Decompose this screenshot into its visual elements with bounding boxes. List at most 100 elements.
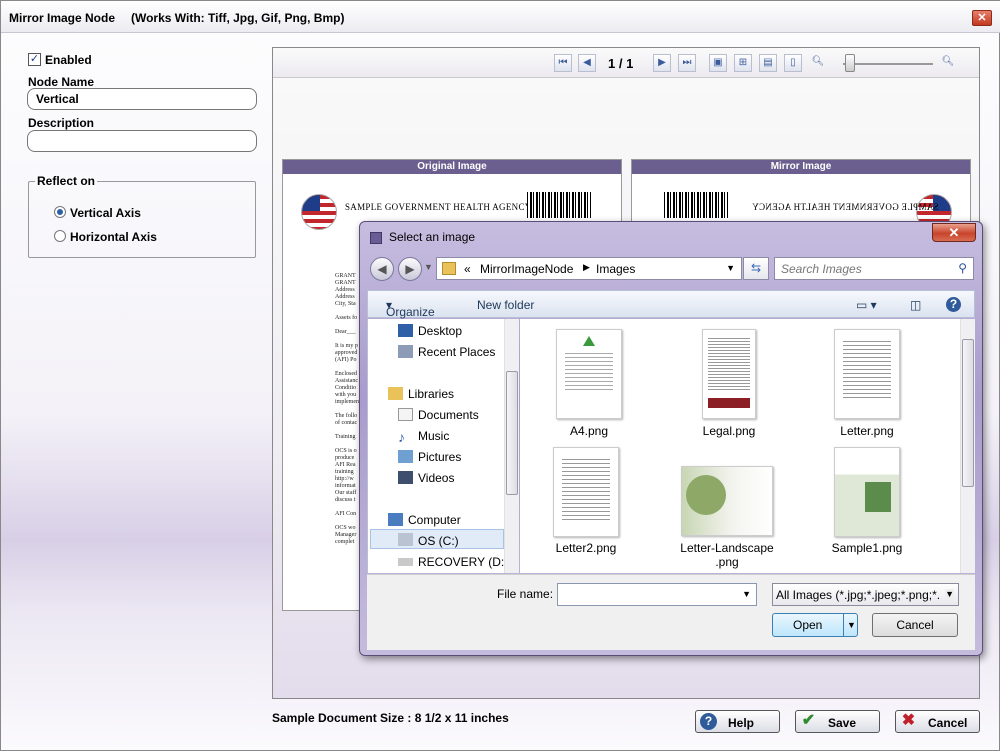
- path-part-mirrorimagenode[interactable]: MirrorImageNode: [480, 262, 573, 276]
- description-input[interactable]: [27, 130, 257, 152]
- file-letter2[interactable]: Letter2.png: [531, 541, 641, 555]
- file-name-input[interactable]: ▼: [557, 583, 757, 606]
- eagle-flag-logo-icon: [301, 194, 337, 230]
- organize-button[interactable]: Organize ▾: [386, 298, 435, 319]
- file-letter-landscape[interactable]: Letter-Landscape .png: [672, 541, 782, 569]
- nav-computer[interactable]: Computer: [408, 513, 461, 527]
- nav-os-c[interactable]: OS (C:): [418, 534, 459, 548]
- file-type-filter[interactable]: All Images (*.jpg;*.jpeg;*.png;*. ▼: [772, 583, 959, 606]
- music-icon: ♪: [398, 429, 405, 445]
- fit-width-icon[interactable]: ▤: [759, 54, 777, 72]
- file-letter-landscape-line2: .png: [715, 555, 739, 569]
- page-total: 1: [626, 56, 634, 71]
- cancel-button[interactable]: ✖ Cancel: [895, 710, 980, 733]
- barcode: [527, 192, 591, 218]
- cancel-x-icon: ✖: [901, 712, 916, 729]
- address-bar[interactable]: « MirrorImageNode ▶ Images ▼: [436, 257, 742, 280]
- view-options-icon[interactable]: ▭ ▾: [856, 298, 877, 312]
- nav-music[interactable]: Music: [418, 429, 449, 443]
- a4-thumbnail[interactable]: [556, 329, 622, 419]
- zoom-in-icon[interactable]: 🔍︎: [939, 54, 957, 72]
- zoom-slider-knob[interactable]: [845, 54, 855, 72]
- path-prefix: «: [464, 262, 471, 276]
- sample1-thumbnail[interactable]: [834, 447, 900, 537]
- file-a4[interactable]: A4.png: [534, 424, 644, 438]
- nav-desktop[interactable]: Desktop: [418, 324, 462, 338]
- help-button[interactable]: ? Help: [695, 710, 780, 733]
- dialog-app-icon: [370, 232, 382, 244]
- dialog-cancel-button[interactable]: Cancel: [872, 613, 958, 637]
- enabled-label: Enabled: [45, 53, 92, 67]
- nav-documents[interactable]: Documents: [418, 408, 479, 422]
- document-line: It is my p: [335, 343, 358, 349]
- open-dropdown-icon[interactable]: ▼: [843, 614, 856, 636]
- document-line: OCS wo: [335, 525, 356, 531]
- single-page-icon[interactable]: ▯: [784, 54, 802, 72]
- recent-locations-chevron-icon[interactable]: ▼: [424, 262, 433, 272]
- fit-page-icon[interactable]: ⊞: [734, 54, 752, 72]
- vertical-axis-radio[interactable]: [54, 206, 66, 218]
- zoom-slider[interactable]: [843, 63, 933, 65]
- search-icon: ⚲: [958, 261, 967, 275]
- nav-pane-scroll-thumb[interactable]: [506, 371, 518, 495]
- document-line: produce: [335, 455, 355, 461]
- zoom-out-icon[interactable]: 🔍︎: [809, 54, 827, 72]
- back-arrow-icon[interactable]: ◀: [370, 257, 394, 281]
- open-button[interactable]: Open ▼: [772, 613, 858, 637]
- nav-recovery-d[interactable]: RECOVERY (D:): [418, 555, 508, 569]
- document-line: training: [335, 469, 354, 475]
- file-letter[interactable]: Letter.png: [812, 424, 922, 438]
- image-icon[interactable]: ▣: [709, 54, 727, 72]
- address-dropdown-icon[interactable]: ▼: [726, 263, 735, 273]
- nav-videos[interactable]: Videos: [418, 471, 454, 485]
- next-page-icon[interactable]: ▶: [653, 54, 671, 72]
- last-page-icon[interactable]: ⏭: [678, 54, 696, 72]
- recent-places-icon: [398, 345, 413, 358]
- document-line: with you: [335, 392, 357, 398]
- mirrored-agency-name: SAMPLE GOVERNMENT HEALTH AGENCY: [752, 202, 939, 212]
- file-legal[interactable]: Legal.png: [674, 424, 784, 438]
- letter2-thumbnail[interactable]: [553, 447, 619, 537]
- prev-page-icon[interactable]: ◀: [578, 54, 596, 72]
- path-part-images[interactable]: Images: [596, 262, 635, 276]
- letter-landscape-thumbnail[interactable]: [681, 466, 773, 536]
- search-input[interactable]: Search Images ⚲: [774, 257, 974, 280]
- file-list-scroll-thumb[interactable]: [962, 339, 974, 487]
- document-line: Assets fo: [335, 315, 358, 321]
- nav-pictures[interactable]: Pictures: [418, 450, 461, 464]
- node-name-input[interactable]: Vertical: [27, 88, 257, 110]
- window-close-button[interactable]: ✕: [972, 10, 992, 26]
- first-page-icon[interactable]: ⏮: [554, 54, 572, 72]
- preview-pane-icon[interactable]: ◫: [910, 298, 921, 312]
- nav-recent-places[interactable]: Recent Places: [418, 345, 495, 359]
- document-line: Address: [335, 294, 355, 300]
- dialog-close-button[interactable]: ✕: [932, 223, 976, 242]
- navigation-pane: Desktop Recent Places Libraries Document…: [367, 319, 519, 573]
- document-line: informat: [335, 483, 356, 489]
- document-line: AFI Con: [335, 511, 357, 517]
- file-name-dropdown-icon[interactable]: ▼: [742, 589, 751, 599]
- mirrored-barcode: [664, 192, 728, 218]
- document-line: complet: [335, 539, 355, 545]
- help-icon[interactable]: ?: [946, 297, 961, 312]
- document-line: GRANT: [335, 280, 356, 286]
- title-bar: Mirror Image Node (Works With: Tiff, Jpg…: [1, 1, 1000, 33]
- file-sample1[interactable]: Sample1.png: [812, 541, 922, 555]
- letter-thumbnail[interactable]: [834, 329, 900, 419]
- file-list-scrollbar[interactable]: [960, 319, 975, 573]
- refresh-icon[interactable]: ⇆: [743, 257, 769, 280]
- nav-pane-scrollbar[interactable]: [504, 319, 519, 573]
- enabled-checkbox[interactable]: ✓: [28, 53, 41, 66]
- horizontal-axis-radio[interactable]: [54, 230, 66, 242]
- save-button[interactable]: ✔ Save: [795, 710, 880, 733]
- nav-libraries[interactable]: Libraries: [408, 387, 454, 401]
- drive-c-icon: [398, 533, 413, 546]
- forward-arrow-icon[interactable]: ▶: [398, 257, 422, 281]
- legal-thumbnail[interactable]: [702, 329, 756, 419]
- document-line: The follo: [335, 413, 358, 419]
- new-folder-button[interactable]: New folder: [477, 298, 534, 312]
